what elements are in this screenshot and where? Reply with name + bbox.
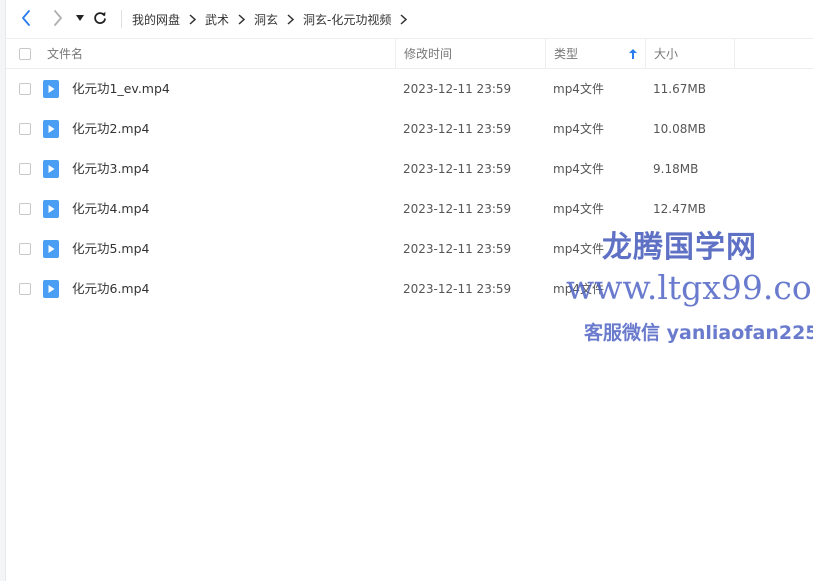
- file-name[interactable]: 化元功4.mp4: [72, 189, 150, 229]
- video-play-icon: [43, 240, 59, 258]
- column-header-size[interactable]: 大小: [645, 39, 735, 68]
- row-checkbox[interactable]: [19, 243, 31, 255]
- row-checkbox[interactable]: [19, 283, 31, 295]
- navigation-bar: 我的网盘 武术 洞玄 洞玄-化元功视频: [5, 0, 813, 38]
- file-type: mp4文件: [553, 162, 604, 176]
- column-header-size-label: 大小: [654, 47, 679, 61]
- file-name[interactable]: 化元功5.mp4: [72, 229, 150, 269]
- file-modified-date: 2023-12-11 23:59: [403, 242, 512, 256]
- file-type: mp4文件: [553, 82, 604, 96]
- column-header-type[interactable]: 类型: [545, 39, 645, 68]
- chevron-left-icon: [22, 10, 30, 26]
- file-name[interactable]: 化元功3.mp4: [72, 149, 150, 189]
- file-modified-date: 2023-12-11 23:59: [403, 282, 512, 296]
- chevron-right-icon: [287, 13, 295, 25]
- back-button[interactable]: [17, 9, 35, 27]
- file-size: 12.47MB: [653, 202, 706, 216]
- breadcrumb-item-wushu[interactable]: 武术: [205, 11, 229, 28]
- select-all-checkbox[interactable]: [19, 48, 31, 60]
- row-checkbox[interactable]: [19, 203, 31, 215]
- video-play-icon: [43, 120, 59, 138]
- file-list-header: 文件名 修改时间 类型 大小: [5, 38, 813, 69]
- video-play-icon: [43, 200, 59, 218]
- file-row[interactable]: 化元功3.mp4 2023-12-11 23:59 mp4文件 9.18MB: [5, 149, 813, 189]
- video-play-icon: [43, 280, 59, 298]
- file-type: mp4文件: [553, 202, 604, 216]
- row-checkbox[interactable]: [19, 83, 31, 95]
- row-checkbox[interactable]: [19, 123, 31, 135]
- column-header-modified-label: 修改时间: [404, 47, 453, 61]
- video-play-icon: [43, 80, 59, 98]
- file-row[interactable]: 化元功6.mp4 2023-12-11 23:59 mp4文件: [5, 269, 813, 309]
- row-checkbox[interactable]: [19, 163, 31, 175]
- chevron-right-icon: [400, 13, 408, 25]
- file-size: 10.08MB: [653, 122, 706, 136]
- column-header-type-label: 类型: [554, 47, 579, 61]
- file-type: mp4文件: [553, 282, 604, 296]
- file-row[interactable]: 化元功2.mp4 2023-12-11 23:59 mp4文件 10.08MB: [5, 109, 813, 149]
- file-row[interactable]: 化元功4.mp4 2023-12-11 23:59 mp4文件 12.47MB: [5, 189, 813, 229]
- chevron-right-icon: [189, 13, 197, 25]
- file-modified-date: 2023-12-11 23:59: [403, 202, 512, 216]
- column-header-modified[interactable]: 修改时间: [395, 39, 545, 68]
- refresh-button[interactable]: [91, 9, 109, 27]
- breadcrumb-item-root[interactable]: 我的网盘: [132, 11, 180, 28]
- file-name[interactable]: 化元功2.mp4: [72, 109, 150, 149]
- file-size: 9.18MB: [653, 162, 699, 176]
- chevron-right-icon: [54, 10, 62, 26]
- breadcrumb-item-current[interactable]: 洞玄-化元功视频: [303, 11, 391, 28]
- file-modified-date: 2023-12-11 23:59: [403, 162, 512, 176]
- history-dropdown-button[interactable]: [71, 9, 89, 27]
- column-header-name-label: 文件名: [47, 47, 84, 61]
- column-header-name[interactable]: 文件名: [38, 39, 395, 68]
- file-row[interactable]: 化元功1_ev.mp4 2023-12-11 23:59 mp4文件 11.67…: [5, 69, 813, 109]
- file-modified-date: 2023-12-11 23:59: [403, 122, 512, 136]
- forward-button[interactable]: [49, 9, 67, 27]
- breadcrumb: 我的网盘 武术 洞玄 洞玄-化元功视频: [132, 0, 416, 38]
- watermark-contact: 客服微信 yanliaofan225: [584, 322, 813, 344]
- caret-down-icon: [76, 15, 84, 21]
- file-row[interactable]: 化元功5.mp4 2023-12-11 23:59 mp4文件: [5, 229, 813, 269]
- chevron-right-icon: [238, 13, 246, 25]
- file-name[interactable]: 化元功1_ev.mp4: [72, 69, 170, 109]
- sort-ascending-icon: [629, 49, 637, 59]
- file-size: 11.67MB: [653, 82, 706, 96]
- file-type: mp4文件: [553, 242, 604, 256]
- toolbar-divider: [121, 10, 122, 28]
- file-type: mp4文件: [553, 122, 604, 136]
- file-modified-date: 2023-12-11 23:59: [403, 82, 512, 96]
- refresh-icon: [94, 11, 106, 24]
- file-name[interactable]: 化元功6.mp4: [72, 269, 150, 309]
- breadcrumb-item-dongxuan[interactable]: 洞玄: [254, 11, 278, 28]
- video-play-icon: [43, 160, 59, 178]
